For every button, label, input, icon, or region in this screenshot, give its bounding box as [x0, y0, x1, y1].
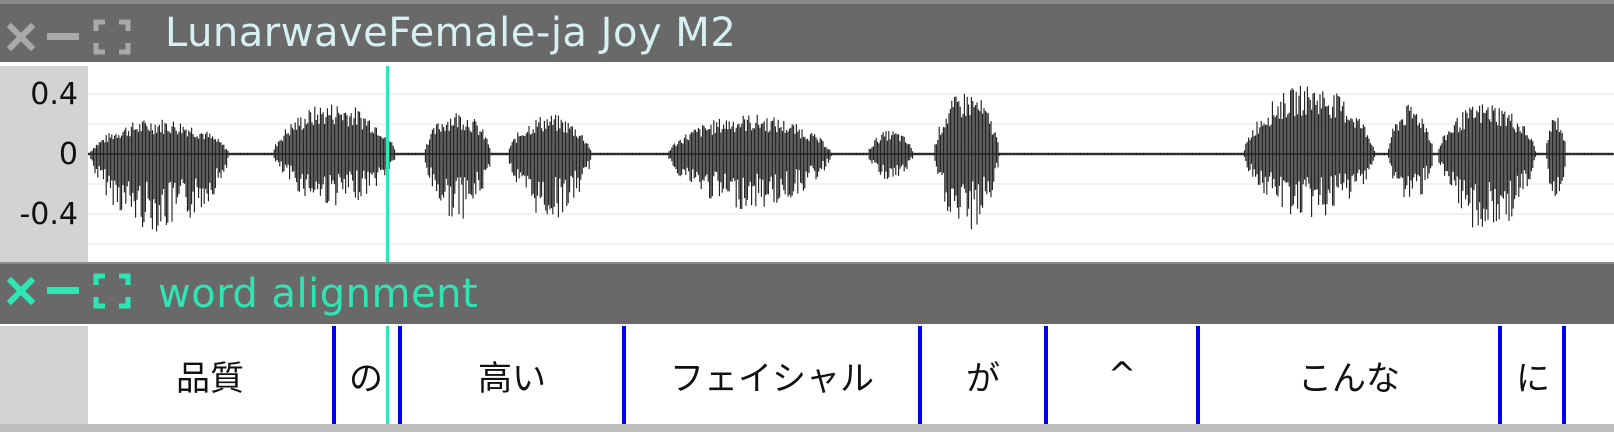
close-icon[interactable] — [6, 276, 36, 306]
word-segment[interactable]: に — [1502, 326, 1564, 424]
scrollbar-track[interactable] — [0, 424, 1614, 432]
minimize-icon[interactable] — [45, 22, 81, 52]
close-icon[interactable] — [6, 22, 36, 52]
maximize-icon[interactable] — [93, 19, 131, 55]
word-segment[interactable]: 品質 — [88, 326, 332, 424]
word-segment[interactable]: ^ — [1048, 326, 1196, 424]
alignment-track-header: word alignment — [0, 262, 1614, 324]
word-boundary[interactable] — [1562, 326, 1566, 424]
word-segment[interactable]: フェイシャル — [626, 326, 918, 424]
audio-track-title: LunarwaveFemale-ja Joy M2 — [165, 10, 737, 56]
waveform-plot[interactable] — [87, 66, 1614, 262]
audio-track-header: LunarwaveFemale-ja Joy M2 — [0, 0, 1614, 62]
playback-cursor[interactable] — [386, 66, 389, 262]
word-segment[interactable]: 高い — [402, 326, 622, 424]
alignment-track-title: word alignment — [158, 271, 479, 317]
y-axis-gutter: 0.4 0 -0.4 — [0, 66, 88, 262]
maximize-icon[interactable] — [93, 273, 131, 309]
word-segment[interactable]: が — [922, 326, 1044, 424]
word-alignment-area[interactable]: 品質 の 高い フェイシャル が ^ こんな に — [88, 326, 1614, 424]
word-segment[interactable]: こんな — [1200, 326, 1498, 424]
alignment-gutter — [0, 326, 88, 432]
y-tick-label: 0 — [58, 137, 78, 172]
playback-cursor[interactable] — [386, 326, 389, 424]
y-tick-label: -0.4 — [19, 197, 78, 232]
minimize-icon[interactable] — [45, 276, 81, 306]
waveform — [87, 85, 1614, 245]
y-tick-label: 0.4 — [30, 77, 78, 112]
